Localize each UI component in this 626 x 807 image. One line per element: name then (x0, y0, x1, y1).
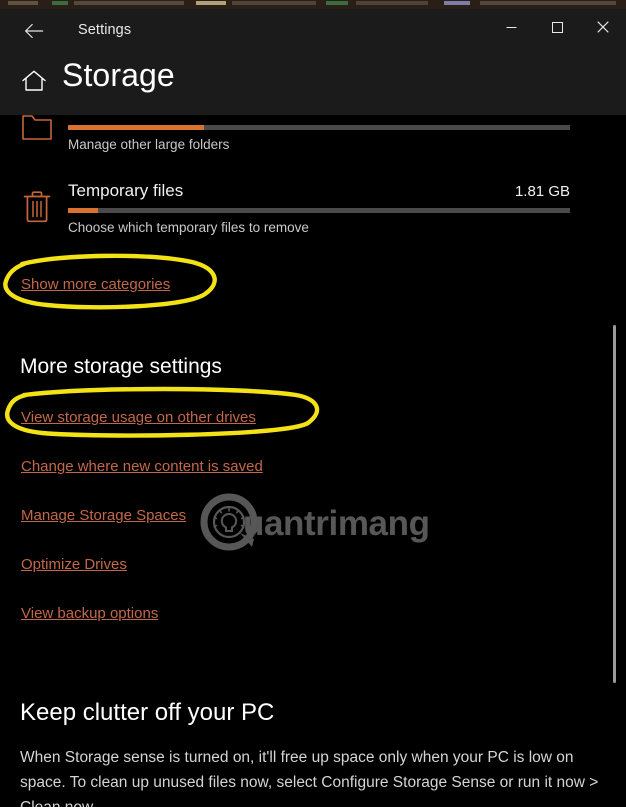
keep-clutter-heading: Keep clutter off your PC (20, 699, 275, 726)
settings-content-scroll-area: Manage other large folders Temporary fil… (0, 115, 626, 807)
storage-usage-bar (68, 125, 570, 130)
window-controls (488, 9, 626, 45)
page-title: Storage (62, 57, 175, 93)
tabstrip-segment (52, 1, 68, 5)
storage-category-body: Manage other large folders (68, 115, 600, 152)
folder-icon (22, 115, 52, 140)
more-storage-settings-heading: More storage settings (20, 355, 222, 378)
storage-category-body: Temporary files 1.81 GB Choose which tem… (68, 181, 600, 235)
show-more-categories-link[interactable]: Show more categories (21, 276, 170, 293)
browser-tabstrip-sliver (0, 0, 626, 9)
back-arrow-icon (25, 23, 44, 39)
tabstrip-segment (326, 1, 348, 5)
minimize-icon (506, 26, 516, 28)
tabstrip-segment (444, 1, 470, 5)
storage-usage-bar-fill (68, 125, 204, 130)
screenshot-root: Settings Storage Manage other large fold… (0, 0, 626, 807)
storage-category-subtitle: Choose which temporary files to remove (68, 220, 309, 235)
folder-icon-wrap (18, 115, 56, 143)
back-button[interactable] (18, 15, 50, 47)
home-icon (22, 70, 46, 91)
change-where-new-content-saved-link[interactable]: Change where new content is saved (21, 458, 263, 475)
tabstrip-segment (74, 1, 184, 5)
settings-window: Settings Storage Manage other large fold… (0, 9, 626, 807)
tabstrip-segment (480, 1, 616, 5)
trash-icon-wrap (18, 190, 56, 224)
trash-icon (23, 191, 51, 223)
storage-category-name: Temporary files (68, 181, 184, 200)
content-scrollbar[interactable] (608, 115, 620, 807)
close-button[interactable] (580, 9, 626, 45)
manage-storage-spaces-link[interactable]: Manage Storage Spaces (21, 507, 186, 524)
maximize-button[interactable] (534, 9, 580, 45)
home-button[interactable] (21, 69, 47, 98)
minimize-button[interactable] (488, 9, 534, 45)
tabstrip-segment (196, 1, 226, 5)
view-backup-options-link[interactable]: View backup options (21, 605, 158, 622)
window-title: Settings (78, 22, 132, 38)
storage-category-size: 1.81 GB (514, 183, 570, 200)
scrollbar-thumb[interactable] (613, 325, 616, 683)
title-bar: Settings (0, 9, 626, 53)
storage-category-subtitle: Manage other large folders (68, 137, 230, 152)
keep-clutter-body: When Storage sense is turned on, it'll f… (20, 749, 599, 807)
storage-usage-bar (68, 208, 570, 213)
close-icon (597, 21, 609, 33)
tabstrip-segment (8, 1, 38, 5)
storage-usage-bar-fill (68, 208, 99, 213)
maximize-icon (551, 21, 563, 33)
view-storage-usage-other-drives-link[interactable]: View storage usage on other drives (21, 409, 256, 426)
page-header: Storage (0, 53, 626, 115)
tabstrip-segment (356, 1, 428, 5)
optimize-drives-link[interactable]: Optimize Drives (21, 556, 127, 573)
tabstrip-segment (232, 1, 316, 5)
storage-category-titleline: Temporary files 1.81 GB (68, 181, 570, 201)
